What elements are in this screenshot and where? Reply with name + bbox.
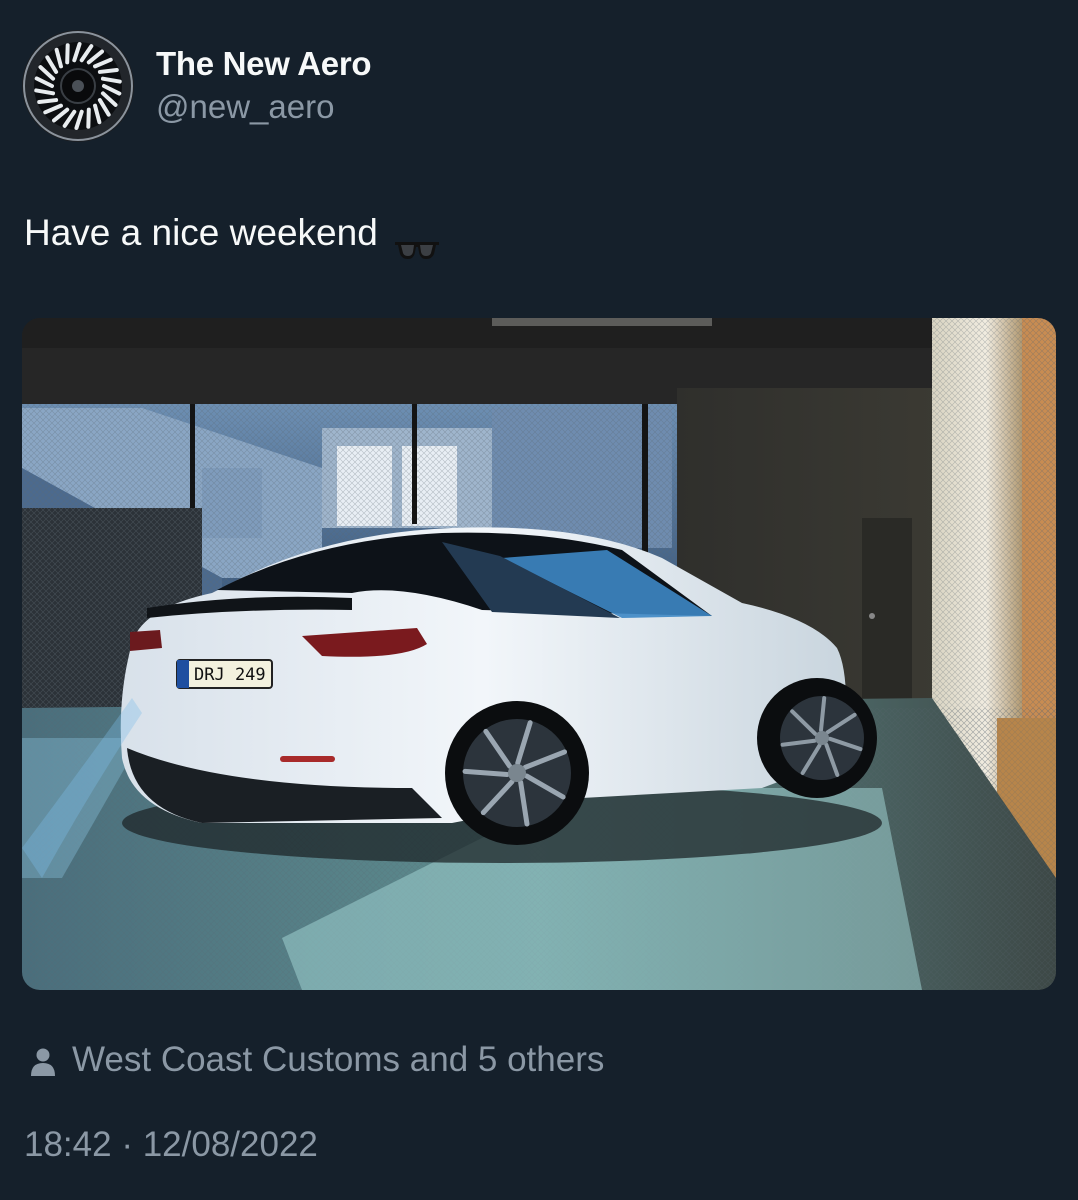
tagged-users-text[interactable]: West Coast Customs and 5 others	[72, 1040, 604, 1080]
tweet-photo[interactable]: DRJ 249	[22, 318, 1056, 990]
tweet-text: Have a nice weekend	[24, 212, 378, 253]
author-handle[interactable]: @new_aero	[156, 86, 371, 128]
wheel-avatar-icon[interactable]	[22, 30, 134, 142]
tweet: The New Aero @new_aero Have a nice weeke…	[0, 0, 1078, 1200]
author-display-name[interactable]: The New Aero	[156, 44, 372, 84]
timestamp-separator: ·	[121, 1125, 133, 1164]
license-plate-text: DRJ 249	[194, 665, 266, 685]
tagged-users[interactable]: West Coast Customs and 5 others	[30, 1040, 604, 1080]
tweet-date: 12/08/2022	[142, 1125, 318, 1164]
tweet-header: The New Aero @new_aero	[22, 30, 372, 142]
tweet-time: 18:42	[24, 1125, 112, 1164]
author-names: The New Aero @new_aero	[156, 44, 372, 128]
tweet-timestamp[interactable]: 18:42 · 12/08/2022	[24, 1122, 318, 1168]
person-icon	[31, 1048, 55, 1076]
sunglasses-icon	[394, 224, 440, 259]
tweet-body: Have a nice weekend	[24, 208, 440, 259]
